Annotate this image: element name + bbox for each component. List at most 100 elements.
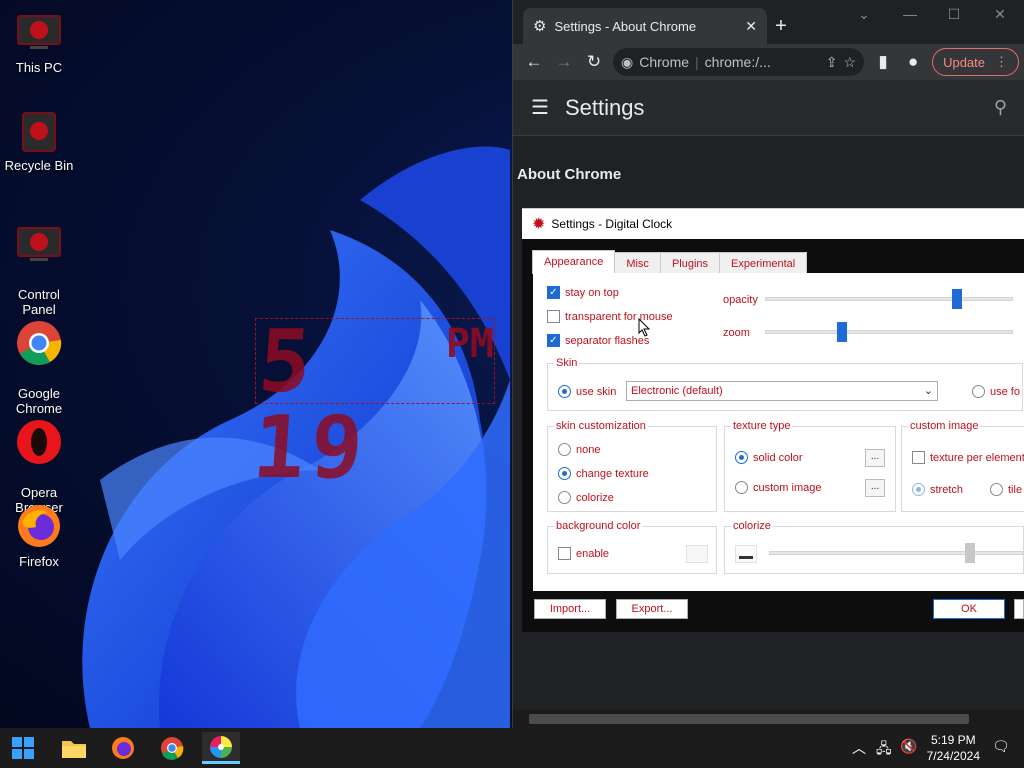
profile-icon[interactable]: ● [898,47,928,77]
use-skin-radio[interactable] [558,385,571,398]
taskbar-time: 5:19 PM [930,733,976,747]
solid-color-radio[interactable] [735,451,748,464]
chrome-taskbar-button[interactable] [153,732,191,764]
import-button[interactable]: Import... [534,599,606,619]
taskbar-clock[interactable]: 5:19 PM 7/24/2024 [927,732,980,764]
search-icon[interactable]: ⚲ [994,97,1007,118]
colorize-color-swatch[interactable] [735,545,757,563]
tab-strip: ⚙ Settings - About Chrome ✕ + ⌄ — ☐ ✕ [513,0,1024,50]
tab-misc[interactable]: Misc [614,252,661,274]
stay-on-top-checkbox[interactable]: ✓ [547,286,560,299]
scrollbar-thumb[interactable] [529,714,969,724]
texture-per-element-label: texture per element [930,452,1024,464]
transparent-for-mouse-checkbox[interactable] [547,310,560,323]
settings-gear-icon: ✹ [532,216,546,233]
desktop-icon-firefox[interactable]: Firefox [2,502,76,569]
chrome-site-icon: ◉ [621,53,634,70]
skin-group-label: Skin [554,357,580,369]
maximize-button[interactable]: ☐ [939,6,969,23]
omnibox[interactable]: ◉ Chrome | chrome:/... ⇪ ☆ [613,48,865,76]
stretch-label: stretch [930,484,964,496]
desktop-icon-this-pc[interactable]: This PC [2,8,76,75]
dialog-tabs: Appearance Misc Plugins Experimental [532,250,808,274]
solid-color-browse-button[interactable]: ... [865,449,885,467]
recycle-bin-icon [15,106,63,154]
stretch-radio[interactable] [912,483,925,496]
desktop-icon-opera[interactable]: Opera Browser [2,403,76,515]
colorize-radio[interactable] [558,491,571,504]
firefox-taskbar-button[interactable] [104,732,142,764]
more-icon: ⋮ [995,54,1008,69]
close-icon[interactable]: ✕ [745,18,757,35]
texture-type-group: texture type solid color ... custom imag… [724,420,896,512]
custom-image-radio[interactable] [735,481,748,494]
section-heading: About Chrome [517,166,622,183]
digital-clock-taskbar-button[interactable] [202,732,240,764]
colorize-slider[interactable] [769,543,1023,563]
notification-icon[interactable]: 🗨 [992,738,1010,755]
separator-flashes-checkbox[interactable]: ✓ [547,334,560,347]
digital-clock-settings-dialog: ✹ Settings - Digital Clock Appearance Mi… [522,208,1024,632]
colorize-slider-thumb[interactable] [965,543,976,563]
star-icon[interactable]: ☆ [844,54,857,71]
custom-image-browse-button[interactable]: ... [865,479,885,497]
share-icon[interactable]: ⇪ [826,54,838,71]
omnibox-site: Chrome [639,54,690,70]
zoom-slider-thumb[interactable] [837,322,848,342]
use-font-radio[interactable] [972,385,985,398]
control-panel-icon [15,220,63,268]
desktop-icon-recycle-bin[interactable]: Recycle Bin [2,106,76,173]
tab-plugins[interactable]: Plugins [659,252,721,274]
minimize-button[interactable]: — [895,6,925,22]
chrome-icon [161,737,184,760]
custom-image-group: custom image texture per element stretch… [901,420,1024,512]
reload-icon[interactable]: ↻ [579,47,609,77]
tab-appearance[interactable]: Appearance [532,250,616,274]
menu-icon[interactable]: ☰ [531,95,549,120]
tab-experimental[interactable]: Experimental [719,252,808,274]
desktop-icon-google-chrome[interactable]: Google Chrome [2,304,76,416]
dialog-titlebar: ✹ Settings - Digital Clock [522,209,1024,239]
opacity-slider[interactable] [765,289,1013,309]
update-button[interactable]: Update ⋮ [932,48,1019,76]
tab-search-icon[interactable]: ⌄ [849,6,879,23]
change-texture-label: change texture [576,468,649,480]
close-window-button[interactable]: ✕ [985,6,1015,23]
volume-muted-icon[interactable]: 🔇 [900,738,917,755]
chevron-up-icon[interactable]: ︿ [852,738,866,758]
update-label: Update [943,54,985,70]
export-button[interactable]: Export... [616,599,688,619]
zoom-slider[interactable] [765,322,1013,342]
side-panel-icon[interactable]: ▮ [868,47,898,77]
network-icon[interactable]: 🖧 [876,738,892,762]
new-tab-button[interactable]: + [769,14,793,38]
none-label: none [576,444,601,456]
folder-icon [62,741,86,758]
background-color-swatch[interactable] [686,545,708,563]
none-radio[interactable] [558,443,571,456]
ok-button[interactable]: OK [933,599,1005,619]
colorize-label: colorize [576,492,614,504]
skin-select[interactable]: Electronic (default) ⌄ [626,381,938,401]
desktop-icon-control-panel[interactable]: Control Panel [2,205,76,317]
file-explorer-button[interactable] [55,732,93,764]
tile-radio[interactable] [990,483,1003,496]
horizontal-scrollbar[interactable] [513,710,1024,728]
enable-checkbox[interactable] [558,547,571,560]
taskbar: ︿ 🖧 🔇 5:19 PM 7/24/2024 🗨 [0,728,1024,768]
enable-label: enable [576,548,610,560]
back-icon[interactable]: ← [519,47,549,77]
forward-icon[interactable]: → [549,47,579,77]
background-color-label: background color [554,520,643,532]
appearance-panel: ✓ stay on top transparent for mouse ✓ se… [533,273,1024,591]
texture-per-element-checkbox[interactable] [912,451,925,464]
digital-clock-widget[interactable]: 5 19 PM [249,312,495,498]
change-texture-radio[interactable] [558,467,571,480]
dialog-title: Settings - Digital Clock [551,217,673,231]
start-button[interactable] [4,732,42,764]
zoom-label: zoom [723,327,750,339]
cancel-button[interactable] [1014,599,1024,619]
skin-select-value: Electronic (default) [631,385,723,397]
tab-settings[interactable]: ⚙ Settings - About Chrome ✕ [523,8,767,44]
opacity-slider-thumb[interactable] [951,289,962,309]
